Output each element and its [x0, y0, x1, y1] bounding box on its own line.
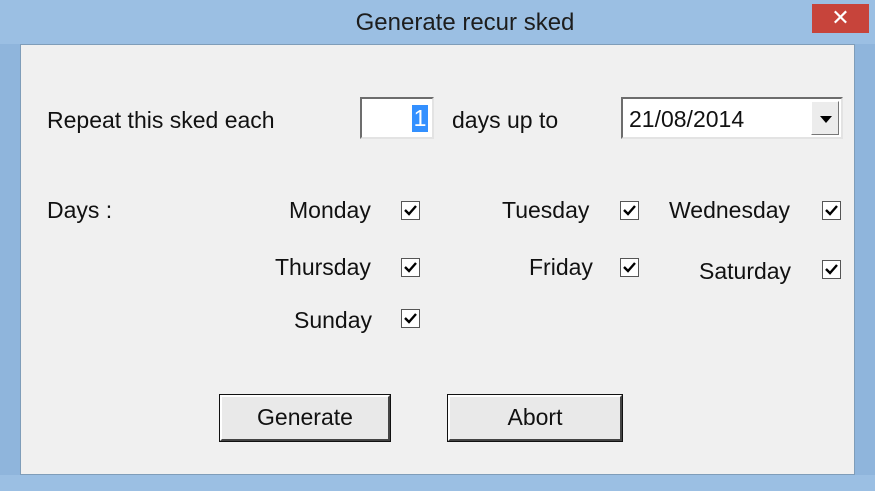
check-icon: [404, 205, 417, 216]
check-icon: [623, 205, 636, 216]
window-title: Generate recur sked: [355, 9, 575, 36]
end-date-combo[interactable]: 21/08/2014: [621, 97, 843, 139]
days-label: Days :: [47, 197, 113, 223]
chevron-down-icon[interactable]: [811, 101, 839, 135]
window-bottom-border: [0, 475, 875, 491]
check-icon: [404, 313, 417, 324]
interval-input[interactable]: 1: [360, 97, 434, 139]
day-label-saturday: Saturday: [699, 258, 792, 284]
check-icon: [825, 264, 838, 275]
interval-value: 1: [412, 105, 428, 132]
day-label-thursday: Thursday: [275, 254, 371, 280]
checkbox-friday[interactable]: [620, 258, 639, 277]
dialog-body: Repeat this sked each 1 days up to 21/08…: [20, 44, 855, 475]
generate-button[interactable]: Generate: [219, 394, 391, 442]
day-label-tuesday: Tuesday: [502, 197, 590, 223]
close-button[interactable]: ✕: [812, 4, 869, 33]
check-icon: [825, 205, 838, 216]
abort-button[interactable]: Abort: [447, 394, 623, 442]
day-label-sunday: Sunday: [294, 307, 373, 333]
day-label-monday: Monday: [289, 197, 371, 223]
title-bar[interactable]: Generate recur sked ✕: [0, 0, 875, 44]
checkbox-wednesday[interactable]: [822, 201, 841, 220]
checkbox-sunday[interactable]: [401, 309, 420, 328]
day-label-wednesday: Wednesday: [669, 197, 791, 223]
check-icon: [404, 262, 417, 273]
repeat-prefix-label: Repeat this sked each: [47, 107, 275, 133]
dialog-window: Generate recur sked ✕ Repeat this sked e…: [0, 0, 875, 491]
close-icon: ✕: [831, 6, 850, 31]
repeat-suffix-label: days up to: [452, 107, 559, 133]
day-label-friday: Friday: [529, 254, 593, 280]
end-date-value: 21/08/2014: [629, 106, 745, 132]
checkbox-thursday[interactable]: [401, 258, 420, 277]
checkbox-saturday[interactable]: [822, 260, 841, 279]
check-icon: [623, 262, 636, 273]
checkbox-tuesday[interactable]: [620, 201, 639, 220]
checkbox-monday[interactable]: [401, 201, 420, 220]
